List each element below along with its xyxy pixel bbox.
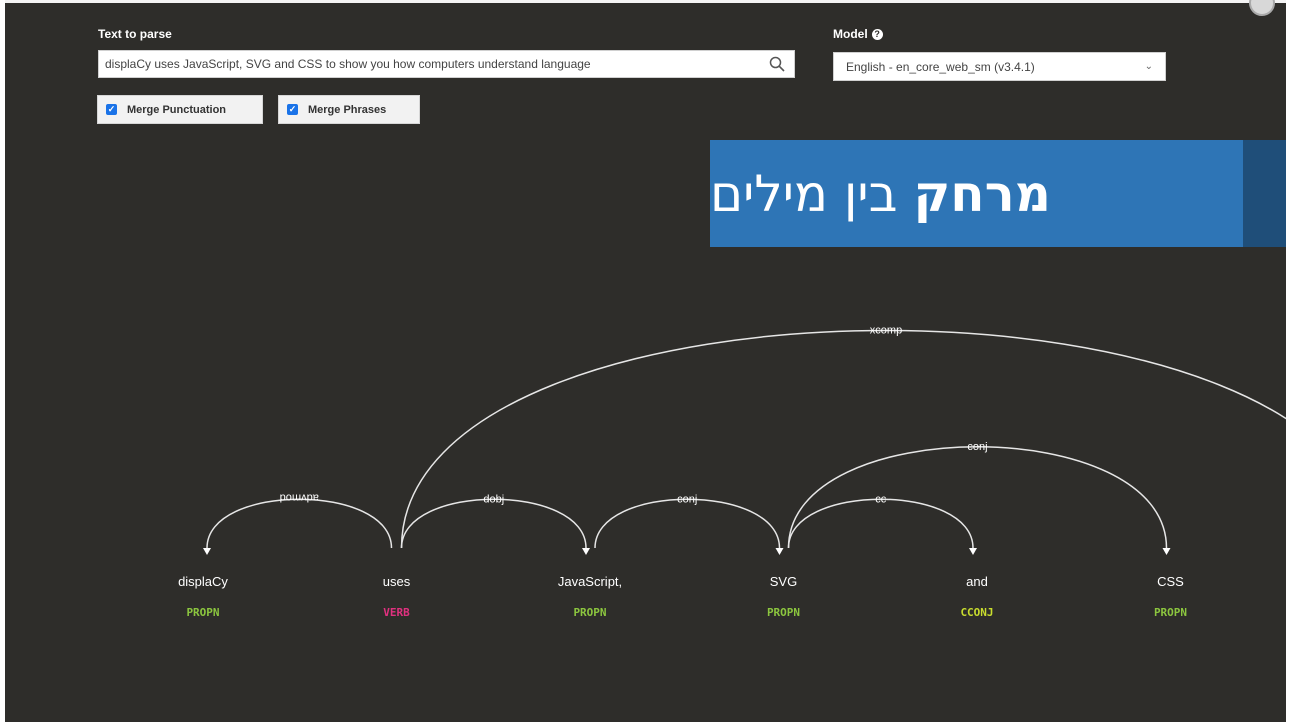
dependency-arc <box>206 498 393 549</box>
dependency-arc <box>400 329 1286 549</box>
token-tag: PROPN <box>767 606 800 619</box>
displacy-panel: Text to parse displaCy uses JavaScript, … <box>5 0 1286 722</box>
token-word: CSS <box>1157 574 1184 589</box>
arc-arrowhead <box>203 548 211 555</box>
dependency-arc <box>787 446 1168 549</box>
token-tag: PROPN <box>1154 606 1187 619</box>
token-tag: CCONJ <box>960 606 993 619</box>
arc-arrowhead <box>775 548 784 555</box>
dependency-label: conj <box>677 493 697 505</box>
token-tag: PROPN <box>186 606 219 619</box>
overlay-title-bold: מרחק <box>913 164 1051 223</box>
dependency-arc <box>594 498 781 549</box>
token-word: uses <box>383 574 411 589</box>
dependency-label: xcomp <box>870 325 902 337</box>
dependency-label: advmod <box>280 491 319 503</box>
token-word: displaCy <box>178 574 228 589</box>
overlay-title-banner: מרחק בין מילים <box>710 140 1243 247</box>
token-tag: PROPN <box>573 606 606 619</box>
arc-arrowhead <box>582 548 590 555</box>
banner-accent-strip <box>1243 140 1286 247</box>
arc-arrowhead <box>1162 548 1171 555</box>
token-tag: VERB <box>383 606 410 619</box>
dependency-label: dobj <box>483 493 504 505</box>
dependency-label: conj <box>967 441 987 453</box>
dependency-arc <box>787 498 974 549</box>
arc-arrowhead <box>969 548 977 555</box>
token-word: JavaScript, <box>558 574 622 589</box>
token-word: and <box>966 574 988 589</box>
dependency-label: cc <box>875 493 887 505</box>
dependency-arc <box>400 498 587 549</box>
overlay-title-rest: בין מילים <box>710 164 898 223</box>
token-word: SVG <box>770 574 797 589</box>
dependency-parse: displaCy PROPN uses VERB JavaScript, PROPN SVG… <box>178 325 1286 619</box>
